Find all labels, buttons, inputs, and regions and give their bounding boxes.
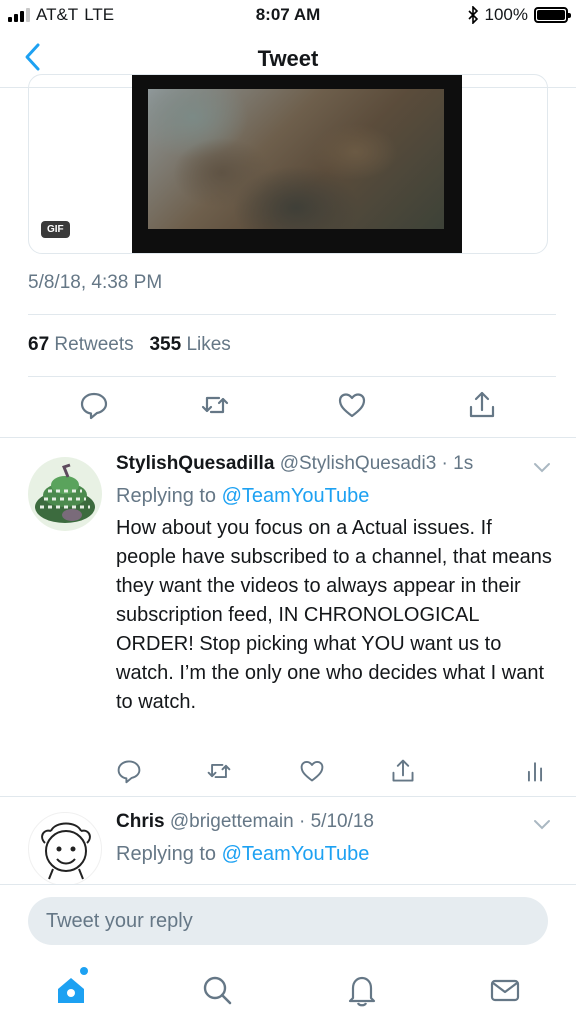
replying-to: Replying to @TeamYouTube [116, 485, 369, 508]
gif-badge: GIF [41, 221, 70, 238]
reply-text: How about you focus on a Actual issues. … [116, 517, 552, 713]
tweet-stats: 67 Retweets 355 Likes [28, 334, 231, 356]
reply-header: StylishQuesadilla @StylishQuesadi3 · 1s [116, 453, 473, 475]
reply-input[interactable]: Tweet your reply [28, 897, 548, 945]
reply-icon[interactable] [79, 390, 109, 420]
share-icon[interactable] [390, 758, 416, 784]
divider [0, 437, 576, 438]
retweets-label: Retweets [54, 334, 134, 355]
reply-placeholder: Tweet your reply [46, 910, 193, 932]
retweets-stat[interactable]: 67 Retweets [28, 334, 134, 355]
messages-icon[interactable] [488, 973, 522, 1007]
reply-icon[interactable] [116, 758, 142, 784]
battery-percent: 100% [484, 5, 528, 24]
retweet-icon[interactable] [206, 758, 232, 784]
gif-image [148, 89, 444, 229]
replying-label: Replying to [116, 843, 217, 865]
retweet-icon[interactable] [200, 390, 230, 420]
chevron-down-icon[interactable] [532, 461, 552, 475]
home-icon[interactable] [54, 973, 88, 1007]
replying-mention[interactable]: @TeamYouTube [222, 485, 370, 507]
status-right: 100% [467, 5, 571, 25]
reply-header: Chris @brigettemain · 5/10/18 [116, 811, 374, 833]
avatar[interactable] [28, 457, 102, 531]
tweet-timestamp: 5/8/18, 4:38 PM [28, 272, 163, 293]
snake-avatar-icon [35, 463, 95, 523]
likes-stat[interactable]: 355 Likes [149, 334, 230, 355]
reply-time: 5/10/18 [310, 811, 374, 832]
reply-separator-dot: · [436, 453, 454, 474]
status-bar: AT&T LTE 8:07 AM 100% [0, 0, 576, 30]
reply-author-name[interactable]: StylishQuesadilla [116, 453, 274, 474]
reply-separator-dot: · [293, 811, 311, 832]
reply-author-handle[interactable]: @StylishQuesadi3 [280, 453, 437, 474]
tweet-media-card[interactable]: GIF [28, 74, 548, 254]
compose-bar: Tweet your reply [0, 884, 576, 1024]
chevron-down-icon[interactable] [532, 818, 552, 832]
retweets-count: 67 [28, 334, 50, 355]
bluetooth-icon [467, 6, 478, 24]
replying-mention[interactable]: @TeamYouTube [222, 843, 370, 865]
divider [28, 376, 556, 377]
divider [28, 314, 556, 315]
reply-author-name[interactable]: Chris [116, 811, 165, 832]
cartoon-face-avatar-icon [41, 822, 91, 880]
page-title: Tweet [257, 46, 319, 71]
tweet-actions [0, 390, 576, 426]
likes-count: 355 [149, 334, 182, 355]
new-tweets-dot [80, 967, 88, 975]
like-icon[interactable] [337, 390, 367, 420]
search-icon[interactable] [200, 973, 234, 1007]
replying-label: Replying to [116, 485, 217, 507]
reply-time: 1s [453, 453, 474, 474]
avatar[interactable] [28, 812, 102, 886]
reply-author-handle[interactable]: @brigettemain [170, 811, 294, 832]
gif-preview[interactable] [132, 75, 462, 253]
analytics-icon[interactable] [522, 758, 548, 784]
likes-label: Likes [186, 334, 231, 355]
notifications-icon[interactable] [345, 973, 379, 1007]
share-icon[interactable] [467, 390, 497, 420]
divider [0, 796, 576, 797]
like-icon[interactable] [299, 758, 325, 784]
replying-to: Replying to @TeamYouTube [116, 843, 369, 866]
battery-icon [534, 7, 571, 23]
